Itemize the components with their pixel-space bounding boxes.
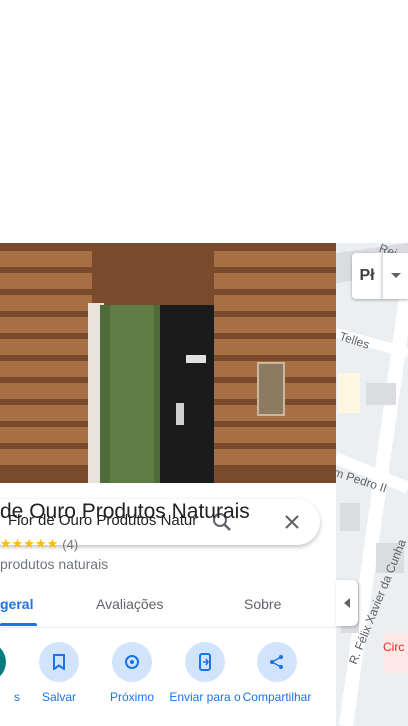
action-label: Próximo [109, 690, 154, 704]
action-share[interactable]: Compartilhar [239, 642, 315, 704]
action-nearby[interactable]: Próximo [94, 642, 170, 704]
layer-dropdown-button[interactable] [382, 253, 408, 299]
place-photo[interactable] [0, 243, 336, 483]
send-to-phone-icon [185, 642, 225, 682]
star-rating-icon: ★★★★★ [0, 536, 59, 551]
tab-bar: geral Avaliações Sobre [0, 584, 336, 628]
map-view[interactable]: Rei Telles m Pedro II R. Félix Xavier da… [336, 243, 408, 726]
action-label: Enviar para o [169, 690, 241, 704]
poi-label[interactable]: Circ [383, 640, 404, 654]
layer-label: Pł [359, 267, 375, 284]
tab-about[interactable]: Sobre [244, 596, 281, 612]
tab-overview[interactable]: geral [0, 596, 33, 612]
place-title: de Ouro Produtos Naturais [0, 500, 250, 523]
tab-indicator [0, 623, 37, 626]
bookmark-icon [39, 642, 79, 682]
map-layer-button[interactable]: Pł [352, 253, 382, 299]
share-icon [257, 642, 297, 682]
action-label: Salvar [41, 690, 76, 704]
collapse-panel-button[interactable] [336, 580, 358, 626]
caret-down-icon [390, 273, 401, 278]
chevron-left-icon [344, 598, 350, 608]
action-save[interactable]: Salvar [21, 642, 97, 704]
app-root: Rei Telles m Pedro II R. Félix Xavier da… [0, 0, 408, 726]
directions-icon [0, 642, 6, 682]
rating-row[interactable]: ★★★★★ (4) [0, 536, 78, 552]
review-count[interactable]: (4) [62, 537, 78, 552]
action-send-to-phone[interactable]: Enviar para o [167, 642, 243, 704]
tab-reviews[interactable]: Avaliações [96, 596, 163, 612]
nearby-icon [112, 642, 152, 682]
action-label: Compartilhar [242, 690, 312, 704]
place-category[interactable]: produtos naturais [0, 556, 108, 572]
close-icon[interactable] [280, 510, 304, 534]
